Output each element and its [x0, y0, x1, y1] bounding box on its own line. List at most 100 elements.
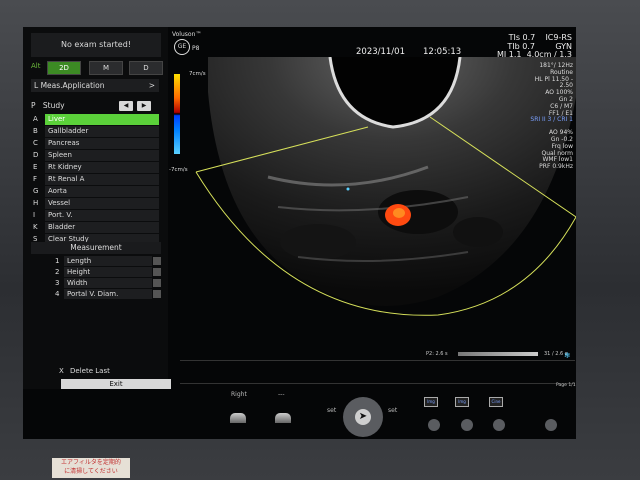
measurement-label: Portal V. Diam.: [64, 289, 152, 299]
study-item-vessel[interactable]: H Vessel: [31, 198, 161, 210]
measurement-label: Height: [64, 267, 152, 277]
param: HL Pl 11.50 - 2.50: [534, 75, 573, 90]
mode-d-button[interactable]: D: [129, 61, 163, 75]
measurement-key: 2: [55, 268, 60, 276]
scale-top-label: 7cm/s: [189, 71, 206, 77]
chevron-right-icon: >: [148, 81, 155, 90]
study-item-liver[interactable]: A Liver: [31, 114, 161, 126]
study-item-aorta[interactable]: G Aorta: [31, 186, 161, 198]
study-item-label: Liver: [45, 114, 159, 125]
exit-button[interactable]: Exit: [61, 379, 171, 389]
study-item-bladder[interactable]: K Bladder: [31, 222, 161, 234]
cine-bar[interactable]: P2: 2.6 s 31 / 2.6 s ❄ Page 1/1: [168, 350, 576, 390]
measurement-label: Length: [64, 256, 152, 266]
measurement-item-portal-v-diam[interactable]: 4 Portal V. Diam.: [31, 289, 161, 300]
study-item-rt-kidney[interactable]: E Rt Kidney: [31, 162, 161, 174]
page-indicator: Page 1/1: [556, 383, 576, 388]
imaging-parameters: 181°/ 12Hz Routine HL Pl 11.50 - 2.50 AO…: [523, 62, 573, 171]
meas-app-label: Meas.Application: [40, 81, 105, 90]
set-left-label: set: [327, 407, 337, 414]
study-key: H: [33, 199, 39, 207]
study-item-label: Rt Kidney: [45, 162, 159, 173]
cine-progress[interactable]: [458, 352, 538, 356]
exam-status: No exam started!: [31, 33, 161, 57]
study-key: G: [33, 187, 39, 195]
control-knob-3[interactable]: [493, 419, 505, 431]
ultrasound-screen: No exam started! Alt 2D M D L Meas.Appli…: [23, 27, 576, 439]
measurement-item-length[interactable]: 1 Length: [31, 256, 161, 267]
study-item-label: Bladder: [45, 222, 159, 233]
air-filter-sticker: エアフィルタを定期的 に清掃してください: [52, 458, 130, 478]
color-scale-bar: [174, 74, 180, 154]
param: PRF 0.9kHz: [539, 163, 573, 171]
delete-last-button[interactable]: X Delete Last: [59, 367, 159, 377]
scale-bottom-label: -7cm/s: [169, 167, 188, 173]
probe-label: P8: [192, 45, 200, 52]
softkey-dash-label: ---: [278, 391, 285, 398]
checkbox-icon[interactable]: [153, 268, 161, 276]
trackball-icon[interactable]: ➤: [343, 397, 383, 437]
measurement-key: 3: [55, 279, 60, 287]
hand-cursor-icon: ☞: [159, 379, 167, 388]
study-label: Study: [42, 101, 65, 110]
measurement-header: Measurement: [31, 242, 161, 254]
meas-app-key: L: [34, 81, 39, 90]
measurement-list: 1 Length 2 Height 3 Width 4 Portal V. Diam.: [31, 256, 161, 300]
ultrasound-image[interactable]: [168, 57, 576, 357]
measurement-item-height[interactable]: 2 Height: [31, 267, 161, 278]
bottom-controls: Right --- set ➤ set Img Img Cine: [23, 389, 576, 439]
meas-application-button[interactable]: L Meas.Application >: [31, 79, 159, 92]
mode-2d-button[interactable]: 2D: [47, 61, 81, 75]
acoustic-info: TIs 0.7 IC9-RS TIb 0.7 GYN MI 1.1 4.0cm …: [497, 33, 572, 60]
mode-selector: Alt 2D M D: [31, 61, 163, 75]
study-item-pancreas[interactable]: C Pancreas: [31, 138, 161, 150]
study-item-label: Aorta: [45, 186, 159, 197]
set-right-label: set: [388, 407, 398, 414]
measurement-label: Width: [64, 278, 152, 288]
cine-timeline[interactable]: [180, 360, 575, 384]
study-header: P Study ◀ ▶: [31, 101, 161, 113]
checkbox-icon[interactable]: [153, 257, 161, 265]
control-knob-4[interactable]: [545, 419, 557, 431]
sticker-line: に清掃してください: [64, 468, 118, 475]
ge-logo-icon: GE: [174, 39, 190, 55]
study-item-label: Pancreas: [45, 138, 159, 149]
img-button-2[interactable]: Img: [455, 397, 469, 407]
snowflake-icon[interactable]: ❄: [564, 351, 571, 360]
header-bar: Voluson™ GE P8 2023/11/01 12:05:13 TIs 0…: [168, 27, 576, 60]
study-item-spleen[interactable]: D Spleen: [31, 150, 161, 162]
date: 2023/11/01: [356, 47, 405, 57]
study-key: E: [33, 163, 38, 171]
cine-button[interactable]: Cine: [489, 397, 503, 407]
study-key: B: [33, 127, 38, 135]
measurement-key: 1: [55, 257, 60, 265]
delete-last-key: X: [59, 367, 64, 375]
study-item-label: Spleen: [45, 150, 159, 161]
study-item-rt-renal-a[interactable]: F Rt Renal A: [31, 174, 161, 186]
arrow-right-icon[interactable]: ▶: [137, 101, 151, 111]
study-key: K: [33, 223, 38, 231]
study-key: C: [33, 139, 38, 147]
measurement-item-width[interactable]: 3 Width: [31, 278, 161, 289]
img-button-1[interactable]: Img: [424, 397, 438, 407]
study-item-label: Rt Renal A: [45, 174, 159, 185]
checkbox-icon[interactable]: [153, 290, 161, 298]
study-item-label: Vessel: [45, 198, 159, 209]
softkey-right-button[interactable]: [230, 413, 246, 423]
study-key: A: [33, 115, 38, 123]
param: SRI II 3 / CRI 1: [530, 116, 573, 124]
control-knob-2[interactable]: [461, 419, 473, 431]
sticker-line: エアフィルタを定期的: [61, 459, 121, 466]
study-key: F: [33, 175, 38, 183]
cine-left-time: P2: 2.6 s: [426, 351, 448, 357]
study-item-gallbladder[interactable]: B Gallbladder: [31, 126, 161, 138]
checkbox-icon[interactable]: [153, 279, 161, 287]
mode-m-button[interactable]: M: [89, 61, 123, 75]
softkey-dash-button[interactable]: [275, 413, 291, 423]
control-knob-1[interactable]: [428, 419, 440, 431]
arrow-left-icon[interactable]: ◀: [119, 101, 133, 111]
pointer-icon[interactable]: ➤: [355, 409, 371, 425]
softkey-right-label: Right: [231, 391, 247, 398]
delete-last-label: Delete Last: [70, 367, 110, 375]
study-item-port-v[interactable]: I Port. V.: [31, 210, 161, 222]
